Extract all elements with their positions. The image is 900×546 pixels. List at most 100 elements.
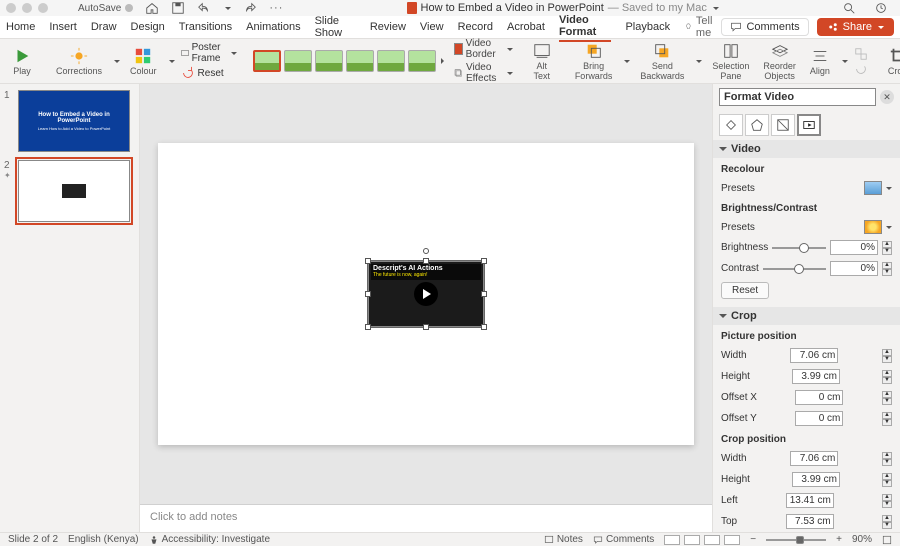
cp-width-stepper[interactable]: ▲▼ (882, 452, 892, 466)
zoom-level[interactable]: 90% (852, 534, 872, 545)
pp-offsety-field[interactable]: 0 cm (795, 411, 843, 426)
recolour-preset-swatch[interactable] (864, 181, 882, 195)
tab-insert[interactable]: Insert (49, 19, 77, 35)
corrections-button[interactable]: Corrections (52, 45, 106, 78)
slide-thumbnail-1[interactable]: How to Embed a Video in PowerPoint Learn… (18, 90, 130, 152)
slide-canvas[interactable]: Descript's AI Actions The future is now,… (158, 143, 694, 445)
bc-preset-dropdown-icon[interactable] (886, 226, 892, 229)
play-overlay-icon[interactable] (414, 282, 438, 306)
tab-design[interactable]: Design (131, 19, 165, 35)
bring-forwards-button[interactable]: Bring Forwards (571, 40, 617, 83)
resize-handle[interactable] (423, 324, 429, 330)
reorder-objects-button[interactable]: Reorder Objects (759, 40, 800, 83)
corrections-dropdown-icon[interactable] (114, 60, 120, 63)
share-dropdown-icon[interactable] (878, 26, 884, 29)
poster-frame-dropdown-icon[interactable] (231, 52, 237, 55)
accessibility-checker[interactable]: Accessibility: Investigate (149, 534, 270, 545)
reading-view-button[interactable] (704, 535, 720, 545)
tab-review[interactable]: Review (370, 19, 406, 35)
cp-height-field[interactable]: 3.99 cm (792, 472, 840, 487)
video-style-item[interactable] (315, 50, 343, 72)
reset-design-button[interactable]: Reset (181, 66, 238, 80)
poster-frame-button[interactable]: Poster Frame (181, 42, 238, 64)
resize-handle[interactable] (365, 291, 371, 297)
tab-video-format[interactable]: Video Format (559, 12, 612, 42)
resize-handle[interactable] (481, 291, 487, 297)
undo-dropdown-icon[interactable] (225, 7, 231, 10)
alt-text-button[interactable]: Alt Text (529, 40, 555, 83)
video-object[interactable]: Descript's AI Actions The future is now,… (368, 261, 484, 327)
search-icon[interactable] (842, 1, 856, 15)
tell-me-button[interactable]: Tell me (684, 13, 721, 41)
video-style-item[interactable] (253, 50, 281, 72)
notes-toggle[interactable]: Notes (544, 534, 583, 545)
pp-height-stepper[interactable]: ▲▼ (882, 370, 892, 384)
cp-left-stepper[interactable]: ▲▼ (882, 494, 892, 508)
tab-slide-show[interactable]: Slide Show (315, 13, 356, 41)
video-effects-dropdown-icon[interactable] (507, 72, 513, 75)
pp-height-field[interactable]: 3.99 cm (792, 369, 840, 384)
cp-left-field[interactable]: 13.41 cm (786, 493, 834, 508)
crop-button[interactable]: Crop (884, 45, 900, 78)
zoom-slider[interactable] (766, 537, 826, 543)
gallery-more-icon[interactable] (441, 58, 444, 64)
panel-tab-video[interactable] (797, 114, 821, 136)
cp-width-field[interactable]: 7.06 cm (790, 451, 838, 466)
normal-view-button[interactable] (664, 535, 680, 545)
resize-handle[interactable] (365, 258, 371, 264)
video-style-gallery[interactable] (253, 50, 444, 72)
tab-home[interactable]: Home (6, 19, 35, 35)
slideshow-view-button[interactable] (724, 535, 740, 545)
reset-button[interactable]: Reset (721, 282, 769, 299)
rotate-handle[interactable] (423, 248, 429, 254)
recolour-preset-dropdown-icon[interactable] (886, 187, 892, 190)
colour-button[interactable]: Colour (126, 45, 161, 78)
rotate-icon[interactable] (854, 62, 868, 76)
contrast-value[interactable]: 0% (830, 261, 878, 276)
colour-dropdown-icon[interactable] (169, 60, 175, 63)
video-style-item[interactable] (346, 50, 374, 72)
brightness-stepper[interactable]: ▲▼ (882, 241, 892, 255)
video-border-dropdown-icon[interactable] (507, 48, 513, 51)
contrast-stepper[interactable]: ▲▼ (882, 262, 892, 276)
comments-toggle-status[interactable]: Comments (593, 534, 654, 545)
bring-forwards-dropdown-icon[interactable] (624, 60, 630, 63)
panel-close-button[interactable]: ✕ (880, 90, 894, 104)
fit-to-window-icon[interactable] (882, 535, 892, 545)
resize-handle[interactable] (423, 258, 429, 264)
zoom-out-button[interactable]: − (750, 534, 756, 545)
panel-tab-fill[interactable] (719, 114, 743, 136)
tab-view[interactable]: View (420, 19, 444, 35)
tab-draw[interactable]: Draw (91, 19, 117, 35)
play-button[interactable]: Play (8, 45, 36, 78)
contrast-slider[interactable] (763, 263, 826, 275)
align-dropdown-icon[interactable] (842, 60, 848, 63)
share-button[interactable]: Share (817, 18, 894, 36)
cp-height-stepper[interactable]: ▲▼ (882, 473, 892, 487)
pp-offsetx-field[interactable]: 0 cm (795, 390, 843, 405)
bc-preset-swatch[interactable] (864, 220, 882, 234)
slide-thumbnail-2[interactable] (18, 160, 130, 222)
brightness-value[interactable]: 0% (830, 240, 878, 255)
notes-pane[interactable]: Click to add notes (140, 504, 712, 532)
pp-offsetx-stepper[interactable]: ▲▼ (882, 391, 892, 405)
tab-playback[interactable]: Playback (625, 19, 670, 35)
pp-offsety-stepper[interactable]: ▲▼ (882, 412, 892, 426)
tab-transitions[interactable]: Transitions (179, 19, 232, 35)
video-style-item[interactable] (284, 50, 312, 72)
panel-tab-size[interactable] (771, 114, 795, 136)
comments-toggle-button[interactable]: Comments (721, 18, 808, 36)
resize-handle[interactable] (481, 324, 487, 330)
video-border-button[interactable]: Video Border (454, 38, 512, 60)
panel-tab-effects[interactable] (745, 114, 769, 136)
sorter-view-button[interactable] (684, 535, 700, 545)
align-button[interactable]: Align (806, 45, 834, 78)
selection-pane-button[interactable]: Selection Pane (708, 40, 753, 83)
tab-record[interactable]: Record (458, 19, 493, 35)
tab-animations[interactable]: Animations (246, 19, 300, 35)
brightness-slider[interactable] (772, 242, 826, 254)
video-style-item[interactable] (408, 50, 436, 72)
send-backwards-dropdown-icon[interactable] (696, 60, 702, 63)
panel-section-crop[interactable]: Crop (713, 307, 900, 325)
pp-width-field[interactable]: 7.06 cm (790, 348, 838, 363)
